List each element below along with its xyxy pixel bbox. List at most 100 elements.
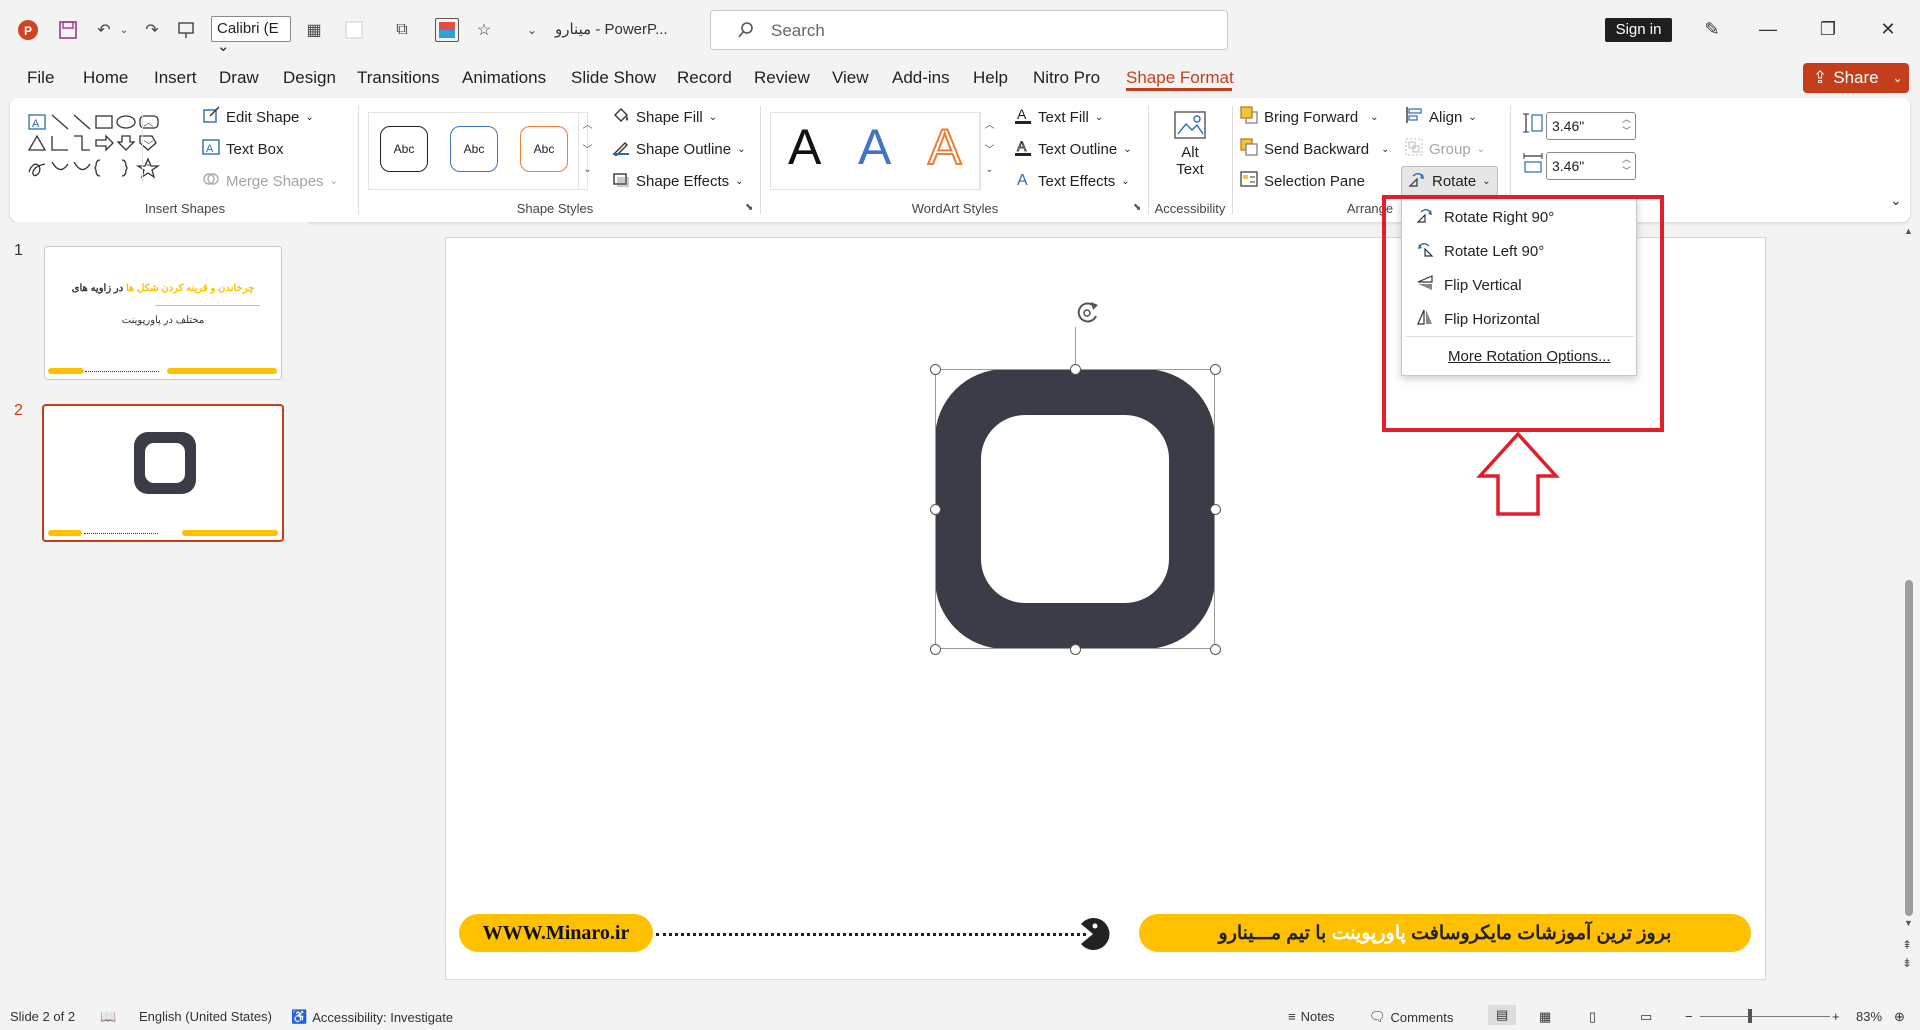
wordart-styles-scroll[interactable]: ︿ ﹀ ⌄: [980, 112, 998, 190]
resize-handle-bottom-right[interactable]: [1210, 644, 1221, 655]
share-button[interactable]: ⇪ Share ⌄: [1803, 63, 1909, 93]
tab-review[interactable]: Review: [754, 68, 810, 88]
wordart-preset-2[interactable]: A: [858, 118, 891, 176]
font-name-box[interactable]: Calibri (E ⌄: [211, 16, 291, 55]
selection-pane-button[interactable]: Selection Pane: [1240, 170, 1365, 192]
scroll-down-icon[interactable]: ▼: [1904, 918, 1913, 928]
group-button[interactable]: Group ⌄: [1405, 138, 1485, 160]
tab-record[interactable]: Record: [677, 68, 732, 88]
shape-styles-dialog-launcher-icon[interactable]: ⬊: [745, 202, 753, 213]
zoom-out-icon[interactable]: −: [1685, 1009, 1693, 1024]
wordart-preset-1[interactable]: A: [788, 118, 821, 176]
tab-shape-format[interactable]: Shape Format: [1126, 68, 1234, 88]
tab-animations[interactable]: Animations: [462, 68, 546, 88]
tab-file[interactable]: File: [27, 68, 54, 88]
scroll-up-icon[interactable]: ▲: [1904, 226, 1913, 236]
comments-button[interactable]: 🗨 Comments: [1369, 1009, 1453, 1025]
reading-view-icon[interactable]: ▯: [1589, 1009, 1596, 1025]
resize-handle-top[interactable]: [1070, 364, 1081, 375]
tab-slide-show[interactable]: Slide Show: [571, 68, 656, 88]
share-dropdown-icon[interactable]: ⌄: [1893, 71, 1903, 85]
tab-nitro-pro[interactable]: Nitro Pro: [1033, 68, 1100, 88]
zoom-slider-thumb[interactable]: [1748, 1009, 1752, 1023]
merge-shapes-button[interactable]: Merge Shapes ⌄: [202, 170, 338, 192]
restore-icon[interactable]: ❐: [1813, 14, 1843, 44]
shape-styles-scroll[interactable]: ︿ ﹀ ⌄: [578, 112, 596, 190]
align-button[interactable]: Align ⌄: [1405, 106, 1477, 128]
tab-view[interactable]: View: [832, 68, 869, 88]
tab-transitions[interactable]: Transitions: [357, 68, 440, 88]
resize-handle-left[interactable]: [930, 504, 941, 515]
accessibility-status[interactable]: ♿ Accessibility: Investigate: [291, 1009, 453, 1025]
theme-color-icon[interactable]: [435, 18, 459, 42]
send-backward-button[interactable]: Send Backward ⌄: [1240, 138, 1389, 160]
notes-button[interactable]: ≡ Notes: [1288, 1009, 1335, 1024]
slide-show-view-icon[interactable]: ▭: [1640, 1009, 1652, 1025]
resize-handle-top-left[interactable]: [930, 364, 941, 375]
tab-help[interactable]: Help: [973, 68, 1008, 88]
shape-style-preset-2[interactable]: Abc: [450, 126, 498, 172]
text-effects-button[interactable]: A Text Effects ⌄: [1014, 170, 1130, 192]
zoom-level[interactable]: 83%: [1856, 1009, 1882, 1024]
shape-style-preset-3[interactable]: Abc: [520, 126, 568, 172]
wordart-preset-3[interactable]: A: [927, 118, 962, 176]
minimize-icon[interactable]: —: [1753, 14, 1783, 44]
slide-thumbnail-1[interactable]: چرخاندن و قرینه کردن شکل ها در زاویه های…: [44, 246, 282, 380]
search-box[interactable]: Search: [710, 10, 1228, 50]
shape-fill-icon[interactable]: [342, 18, 366, 42]
resize-handle-bottom[interactable]: [1070, 644, 1081, 655]
tab-design[interactable]: Design: [283, 68, 336, 88]
slide-sorter-icon[interactable]: ▦: [1539, 1009, 1551, 1025]
scrollbar-thumb[interactable]: [1905, 580, 1913, 916]
pen-icon[interactable]: ✎: [1697, 14, 1727, 44]
merge-shapes-label: Merge Shapes: [226, 172, 324, 190]
bring-forward-button[interactable]: Bring Forward ⌄: [1240, 106, 1379, 128]
vertical-scrollbar[interactable]: ▲ ▼ ⇞ ⇟: [1898, 222, 1920, 1002]
rotate-button[interactable]: Rotate ⌄: [1401, 166, 1498, 196]
next-slide-icon[interactable]: ⇟: [1902, 956, 1912, 970]
text-fill-button[interactable]: A Text Fill ⌄: [1014, 106, 1103, 128]
shape-width-field[interactable]: 3.46" ︿ ﹀: [1546, 152, 1636, 180]
edit-shape-button[interactable]: Edit Shape ⌄: [202, 106, 314, 128]
normal-view-icon[interactable]: ▤: [1488, 1005, 1517, 1025]
tab-draw[interactable]: Draw: [219, 68, 259, 88]
fit-to-window-icon[interactable]: ⊕: [1894, 1009, 1905, 1025]
text-outline-button[interactable]: A Text Outline ⌄: [1014, 138, 1132, 160]
wordart-dialog-launcher-icon[interactable]: ⬊: [1133, 202, 1141, 213]
redo-icon[interactable]: ↷: [140, 18, 164, 42]
shape-fill-button[interactable]: Shape Fill ⌄: [612, 106, 717, 128]
shapes-gallery[interactable]: A: [26, 112, 181, 182]
shapes-icon[interactable]: ⧉: [390, 18, 414, 42]
customize-qat-icon[interactable]: ⌄: [520, 18, 544, 42]
shape-width-spinner-icon[interactable]: ︿ ﹀: [1622, 153, 1631, 177]
alt-text-button[interactable]: Alt Text: [1160, 110, 1220, 190]
shape-height-field[interactable]: 3.46" ︿ ﹀: [1546, 112, 1636, 140]
text-box-button[interactable]: A Text Box: [202, 138, 284, 160]
save-icon[interactable]: [56, 18, 80, 42]
present-icon[interactable]: [174, 18, 198, 42]
resize-handle-right[interactable]: [1210, 504, 1221, 515]
tab-home[interactable]: Home: [83, 68, 128, 88]
shape-outline-button[interactable]: Shape Outline ⌄: [612, 138, 745, 160]
sign-in-button[interactable]: Sign in: [1605, 18, 1672, 42]
close-icon[interactable]: ✕: [1873, 14, 1903, 44]
zoom-slider[interactable]: [1700, 1016, 1830, 1017]
tab-insert[interactable]: Insert: [154, 68, 197, 88]
slide-thumbnail-2[interactable]: [42, 404, 284, 542]
undo-dropdown-icon[interactable]: ⌄: [112, 18, 136, 42]
zoom-in-icon[interactable]: +: [1832, 1009, 1840, 1024]
resize-handle-bottom-left[interactable]: [930, 644, 941, 655]
layout-icon[interactable]: ▦: [302, 18, 326, 42]
star-shape-icon[interactable]: ☆: [472, 18, 496, 42]
language-indicator[interactable]: English (United States): [139, 1009, 272, 1024]
shape-height-spinner-icon[interactable]: ︿ ﹀: [1622, 113, 1631, 137]
shape-effects-button[interactable]: Shape Effects ⌄: [612, 170, 744, 192]
previous-slide-icon[interactable]: ⇞: [1902, 938, 1912, 952]
resize-handle-top-right[interactable]: [1210, 364, 1221, 375]
collapse-ribbon-icon[interactable]: ⌄: [1890, 192, 1902, 209]
tab-add-ins[interactable]: Add-ins: [892, 68, 950, 88]
shapes-gallery-scroll[interactable]: ︿ ﹀ ⌄: [142, 112, 154, 182]
shape-style-preset-1[interactable]: Abc: [380, 126, 428, 172]
spelling-check-icon[interactable]: 📖: [100, 1009, 116, 1025]
rotation-handle-icon[interactable]: [1072, 298, 1102, 328]
